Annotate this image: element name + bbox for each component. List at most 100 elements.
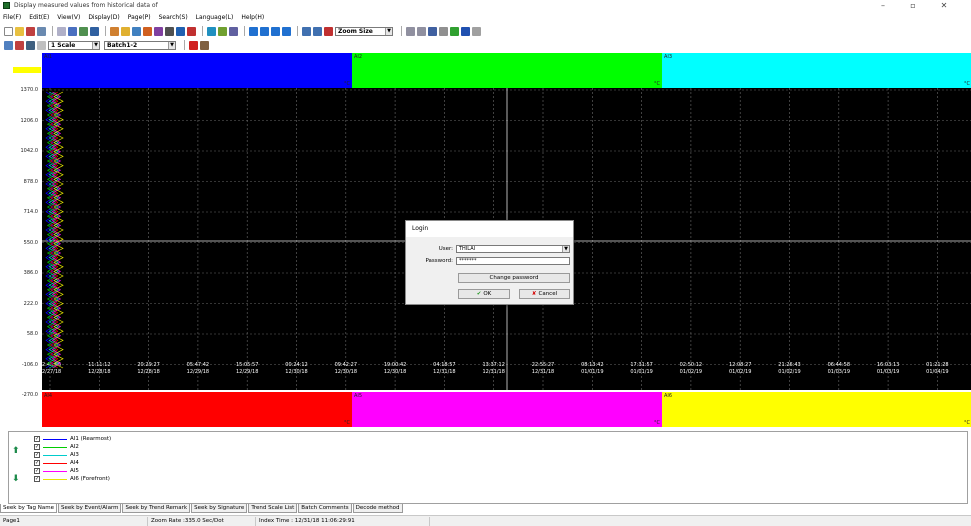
channel-band-ai4[interactable]: AI4 °C [42, 392, 352, 427]
legend-item[interactable]: ✓ AI5 [34, 467, 79, 475]
open-folder-icon[interactable] [15, 26, 24, 36]
arrow-up-icon[interactable]: ⬆ [12, 446, 20, 456]
x-tick-time: 08:13:42 [581, 362, 603, 368]
tab-seek-by-trend-remark[interactable]: Seek by Trend Remark [122, 504, 191, 513]
legend-checkbox[interactable]: ✓ [34, 444, 40, 450]
pen-icon[interactable] [121, 26, 130, 36]
legend-item[interactable]: ✓ AI1 (Rearmost) [34, 435, 111, 443]
channel-band-ai3[interactable]: AI3 °C [662, 53, 971, 88]
password-input[interactable]: ******* [456, 257, 570, 265]
print-icon[interactable] [37, 26, 46, 36]
channel-band-ai2[interactable]: AI2 °C [352, 53, 662, 88]
search-data-icon[interactable] [110, 26, 119, 36]
dialog-title: Login [406, 221, 573, 237]
tab-seek-by-event-alarm[interactable]: Seek by Event/Alarm [57, 504, 122, 513]
window-icon[interactable] [472, 26, 481, 36]
menu-language[interactable]: Language(L) [196, 13, 234, 23]
cursor-both-icon[interactable] [249, 26, 258, 36]
cancel-label: Cancel [538, 291, 558, 297]
batch-icon[interactable] [154, 26, 163, 36]
menu-help[interactable]: Help(H) [241, 13, 264, 23]
cursor-center-icon[interactable] [282, 26, 291, 36]
maximize-button[interactable]: ▫ [900, 0, 926, 12]
arrow-right-icon[interactable] [271, 26, 280, 36]
legend-checkbox[interactable]: ✓ [34, 476, 40, 482]
word-export-icon[interactable] [461, 26, 470, 36]
zoom-out-icon[interactable] [313, 26, 322, 36]
layout-2-icon[interactable] [417, 26, 426, 36]
minimize-button[interactable]: – [870, 0, 896, 12]
zoom-in-icon[interactable] [302, 26, 311, 36]
legend-line [43, 462, 67, 464]
x-tick-date: 12/30/18 [335, 369, 357, 375]
legend-checkbox[interactable]: ✓ [34, 468, 40, 474]
menu-search[interactable]: Search(S) [159, 13, 188, 23]
bookmark-icon[interactable] [15, 40, 24, 50]
scale-select[interactable]: 1 Scale ▼ [48, 40, 100, 50]
legend-item[interactable]: ✓ AI6 (Forefront) [34, 475, 110, 483]
change-password-button[interactable]: Change password [458, 273, 570, 283]
tab-batch-comments[interactable]: Batch Comments [298, 504, 352, 513]
menu-display[interactable]: Display(D) [88, 13, 119, 23]
search-tabs: Seek by Tag Name Seek by Event/Alarm See… [0, 504, 404, 513]
arrow-left-icon[interactable] [260, 26, 269, 36]
user-select[interactable]: THILAI ▼ [456, 245, 570, 253]
table-view-icon[interactable] [57, 26, 66, 36]
legend-checkbox[interactable]: ✓ [34, 460, 40, 466]
close-button[interactable]: ✕ [931, 0, 957, 12]
calculator-icon[interactable] [90, 26, 99, 36]
ok-button[interactable]: ✔ OK [458, 289, 510, 299]
x-tick-date: 12/28/18 [88, 369, 110, 375]
grid-icon[interactable] [68, 26, 77, 36]
legend-item[interactable]: ✓ AI4 [34, 459, 79, 467]
find-icon[interactable] [229, 26, 238, 36]
x-tick-date: 01/02/19 [680, 369, 702, 375]
menu-page[interactable]: Page(P) [128, 13, 151, 23]
x-tick-date: 01/02/19 [778, 369, 800, 375]
channel-band-ai1[interactable]: AI1 °C [42, 53, 352, 88]
menu-edit[interactable]: Edit(E) [29, 13, 49, 23]
link-icon[interactable] [439, 26, 448, 36]
channel-band-ai5[interactable]: AI5 °C [352, 392, 662, 427]
tab-decode-method[interactable]: Decode method [352, 504, 403, 513]
x-tick-date: 12/30/18 [285, 369, 307, 375]
timer-icon[interactable] [207, 26, 216, 36]
report-icon[interactable] [187, 26, 196, 36]
y-tick-label: 714.0 [23, 209, 38, 215]
batch-select[interactable]: Batch1-2 ▼ [104, 40, 176, 50]
channel-band-ai6[interactable]: AI6 °C [662, 392, 971, 427]
printer-icon[interactable] [165, 26, 174, 36]
locate-icon[interactable] [26, 40, 35, 50]
x-tick-date: 01/03/19 [877, 369, 899, 375]
tab-seek-by-signature[interactable]: Seek by Signature [191, 504, 248, 513]
save-icon[interactable] [176, 26, 185, 36]
cancel-button[interactable]: ✘ Cancel [519, 289, 570, 299]
page-icon[interactable] [4, 40, 13, 50]
signature-icon[interactable] [218, 26, 227, 36]
layout-3-icon[interactable] [428, 26, 437, 36]
export-icon[interactable] [26, 26, 35, 36]
zoom-reset-icon[interactable] [324, 26, 333, 36]
legend-item[interactable]: ✓ AI3 [34, 451, 79, 459]
menu-view[interactable]: View(V) [57, 13, 80, 23]
toolbar-separator [52, 26, 53, 36]
flag-icon[interactable] [450, 26, 459, 36]
zoom-size-select[interactable]: Zoom Size ▼ [335, 26, 393, 36]
tab-seek-by-tag-name[interactable]: Seek by Tag Name [0, 504, 57, 513]
new-file-icon[interactable] [4, 26, 13, 36]
layout-1-icon[interactable] [406, 26, 415, 36]
person-icon[interactable] [200, 40, 209, 50]
chart-icon[interactable] [79, 26, 88, 36]
legend-item[interactable]: ✓ AI2 [34, 443, 79, 451]
tab-trend-scale-list[interactable]: Trend Scale List [248, 504, 298, 513]
x-tick-time: 22:55:27 [532, 362, 554, 368]
disabled-icon[interactable] [37, 40, 46, 50]
menu-file[interactable]: File(F) [3, 13, 21, 23]
x-tick-date: 01/02/19 [729, 369, 751, 375]
legend-checkbox[interactable]: ✓ [34, 452, 40, 458]
statistics-icon[interactable] [132, 26, 141, 36]
legend-checkbox[interactable]: ✓ [34, 436, 40, 442]
record-icon[interactable] [189, 40, 198, 50]
arrow-down-icon[interactable]: ⬇ [12, 474, 20, 484]
filter-icon[interactable] [143, 26, 152, 36]
